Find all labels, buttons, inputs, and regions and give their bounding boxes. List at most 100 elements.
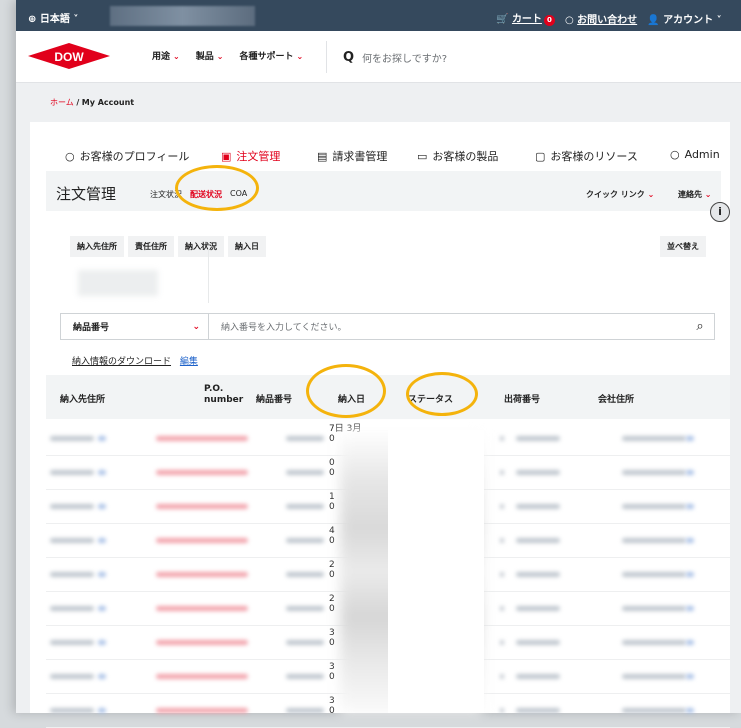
redacted-cell (500, 504, 504, 509)
delivery-search-input[interactable]: 納入番号を入力してください。 (209, 320, 686, 333)
col-shipment-number[interactable]: 出荷番号 (504, 392, 540, 405)
breadcrumb: ホーム / My Account (50, 98, 135, 107)
edit-link[interactable]: 編集 (180, 357, 198, 367)
delivery-date-cell: 2 0 (329, 594, 335, 614)
redacted-cell (98, 674, 106, 679)
filter-delivery-status[interactable]: 納入状況 (178, 236, 224, 257)
redacted-cell (50, 674, 94, 679)
redacted-cell (50, 436, 94, 441)
nav-products[interactable]: 製品 ⌄ (196, 49, 224, 62)
redacted-cell (686, 538, 694, 543)
dow-logo[interactable]: DOW (28, 41, 110, 71)
redacted-cell (686, 572, 694, 577)
redacted-cell (622, 640, 686, 645)
col-company-address[interactable]: 会社住所 (598, 392, 634, 405)
filter-responsible-address[interactable]: 責任住所 (128, 236, 174, 257)
cart-icon: 🛒 (496, 14, 509, 25)
redacted-cell (516, 470, 560, 475)
breadcrumb-current: My Account (81, 98, 135, 107)
cart-link[interactable]: 🛒 カート 0 (496, 10, 555, 26)
redacted-cell (286, 572, 324, 577)
search-field-select[interactable]: 納品番号 ⌄ (61, 314, 209, 339)
delivery-date-cell: 3 0 (329, 628, 335, 648)
redacted-cell (98, 572, 106, 577)
chevron-down-icon: ⌄ (192, 321, 200, 332)
nav-support[interactable]: 各種サポート ⌄ (239, 49, 303, 62)
delivery-date-cell: 1 0 (329, 492, 335, 512)
redacted-cell (686, 674, 694, 679)
tab-admin[interactable]: ○ Admin (670, 148, 720, 161)
sort-button[interactable]: 並べ替え (660, 236, 706, 257)
redacted-cell (622, 606, 686, 611)
chevron-down-icon: ⌄ (173, 52, 180, 61)
site-search[interactable]: Q 何をお探しですか? (326, 41, 736, 73)
filter-chips: 納入先住所 責任住所 納入状況 納入日 (70, 236, 266, 257)
download-row: 納入情報のダウンロード 編集 (72, 354, 198, 367)
redacted-cell (500, 538, 504, 543)
highlight-circle-delivery-date (306, 364, 386, 418)
redacted-cell (286, 436, 324, 441)
redacted-cell (286, 470, 324, 475)
redacted-cell (98, 470, 106, 475)
site-search-input[interactable]: 何をお探しですか? (362, 50, 447, 65)
orders-icon: ▣ (221, 149, 232, 163)
redacted-filter-chip (78, 270, 158, 296)
filter-delivery-date[interactable]: 納入日 (228, 236, 266, 257)
redacted-cell (516, 674, 560, 679)
redacted-cell (686, 436, 694, 441)
info-icon[interactable]: i (710, 202, 730, 222)
redacted-cell (500, 640, 504, 645)
filter-ship-to[interactable]: 納入先住所 (70, 236, 124, 257)
redacted-cell (98, 504, 106, 509)
tab-products[interactable]: ▭ お客様の製品 (417, 148, 498, 164)
col-ship-to[interactable]: 納入先住所 (60, 392, 105, 405)
redacted-cell (500, 674, 504, 679)
chat-icon: ○ (564, 14, 574, 26)
account-menu[interactable]: 👤 アカウント ˅ (647, 11, 721, 26)
redacted-cell (286, 674, 324, 679)
tab-orders[interactable]: ▣ 注文管理 (221, 148, 280, 164)
highlight-circle-delivery-status (175, 165, 259, 211)
redacted-cell (50, 470, 94, 475)
quick-links[interactable]: クイック リンク ⌄ (586, 189, 654, 200)
tab-invoices[interactable]: ▤ 請求書管理 (317, 148, 387, 164)
redacted-cell (686, 606, 694, 611)
redacted-cell (98, 436, 106, 441)
redacted-cell (50, 640, 94, 645)
delivery-date-cell: 0 0 (329, 458, 335, 478)
user-icon: ○ (670, 148, 680, 161)
user-icon: ○ (65, 149, 75, 163)
redacted-cell (686, 504, 694, 509)
redacted-cell (622, 674, 686, 679)
col-delivery-number[interactable]: 納品番号 (256, 392, 292, 405)
download-link[interactable]: 納入情報のダウンロード (72, 357, 171, 367)
redacted-cell (286, 538, 324, 543)
tab-resources[interactable]: ▢ お客様のリソース (535, 148, 638, 164)
col-po-number[interactable]: P.O. number (204, 384, 244, 406)
redacted-cell (156, 470, 248, 475)
redacted-cell (156, 572, 248, 577)
redacted-cell (516, 538, 560, 543)
redacted-cell (516, 606, 560, 611)
tab-profile[interactable]: ○ お客様のプロフィール (65, 148, 189, 164)
inquiry-link[interactable]: ○ お問い合わせ (565, 11, 637, 26)
redacted-cell (622, 470, 686, 475)
delivery-search: 納品番号 ⌄ 納入番号を入力してください。 ⌕ (60, 313, 715, 340)
search-icon[interactable]: ⌕ (686, 319, 714, 334)
delivery-date-cell: 3 0 (329, 696, 335, 716)
invoice-icon: ▤ (317, 149, 328, 163)
redacted-cell (516, 640, 560, 645)
cart-count-badge: 0 (543, 15, 555, 26)
redacted-cell (500, 708, 504, 713)
language-selector[interactable]: ⊕ 日本語 ˅ (28, 10, 78, 25)
redacted-cell (686, 470, 694, 475)
redacted-cell (500, 470, 504, 475)
chevron-down-icon: ⌄ (296, 52, 304, 61)
nav-applications[interactable]: 用途 ⌄ (152, 49, 180, 62)
redacted-cell (156, 436, 248, 441)
breadcrumb-home[interactable]: ホーム (50, 98, 74, 107)
contact-menu[interactable]: 連絡先 ⌄ (678, 189, 712, 200)
redacted-cell (50, 572, 94, 577)
resource-icon: ▢ (535, 149, 546, 163)
redacted-cell (286, 606, 324, 611)
